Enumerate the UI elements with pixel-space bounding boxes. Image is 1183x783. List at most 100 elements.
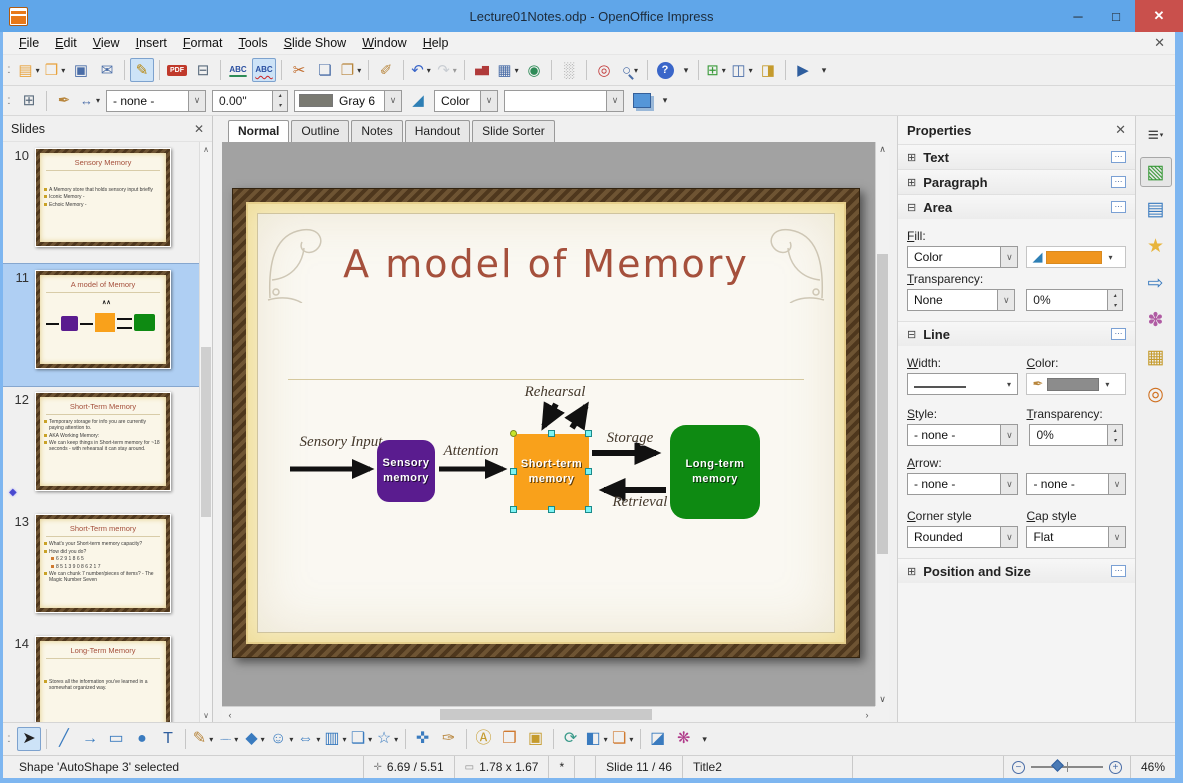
line-width-select[interactable]: ▾: [907, 373, 1019, 395]
fill-type-select[interactable]: Color ∨: [907, 246, 1019, 268]
line-tool[interactable]: ╱: [52, 727, 76, 751]
interaction-button[interactable]: ❋: [672, 727, 696, 751]
tab-animation-effects[interactable]: ✽: [1140, 305, 1172, 335]
undo-button[interactable]: ↶ ▾: [409, 58, 433, 82]
chart-button[interactable]: ▅▇: [470, 58, 494, 82]
dialog-launcher-icon[interactable]: ⋯: [1111, 176, 1126, 188]
scrollbar-thumb[interactable]: [440, 709, 652, 720]
spin-up-button[interactable]: ▴: [1108, 290, 1122, 300]
menu-format[interactable]: Format: [175, 34, 231, 52]
section-position-size[interactable]: ⊞ Position and Size ⋯: [898, 558, 1135, 583]
close-button[interactable]: ✕: [1135, 0, 1183, 32]
zoom-level[interactable]: 46%: [1129, 756, 1175, 778]
spellcheck-button[interactable]: ABC: [226, 58, 250, 82]
dropdown-button[interactable]: ∨: [188, 90, 205, 111]
document-close-button[interactable]: ✕: [1154, 35, 1165, 51]
slide-thumbnail-11-selected[interactable]: 11 A model of Memory ∧∧: [3, 263, 199, 387]
glue-points-button[interactable]: ✑: [437, 727, 461, 751]
expand-icon[interactable]: ⊞: [907, 565, 916, 578]
spin-down-button[interactable]: ▾: [1108, 435, 1122, 445]
email-button[interactable]: ✉: [95, 58, 119, 82]
paste-button[interactable]: ❐ ▾: [339, 58, 363, 82]
spin-up-button[interactable]: ▴: [273, 90, 287, 101]
slide-thumbnail-14[interactable]: 14 Long-Term Memory Stores all the infor…: [3, 630, 199, 722]
selection-handle[interactable]: [585, 468, 592, 475]
help-button[interactable]: ?: [653, 58, 677, 82]
arrow-tool[interactable]: →: [78, 727, 102, 751]
chevron-down-icon[interactable]: ▾: [1105, 380, 1109, 389]
transparency-stepper[interactable]: 0% ▴ ▾: [1026, 289, 1123, 311]
line-style-button[interactable]: ✒: [52, 89, 76, 113]
selection-handle[interactable]: [548, 430, 555, 437]
dialog-launcher-icon[interactable]: ⋯: [1111, 565, 1126, 577]
open-button[interactable]: ❒ ▾: [43, 58, 67, 82]
toolbar-overflow-button[interactable]: ▾: [658, 89, 672, 113]
scroll-right-icon[interactable]: ›: [859, 707, 875, 722]
horizontal-scrollbar[interactable]: ‹ ›: [222, 706, 875, 722]
toolbar-grip[interactable]: ⁚⁚: [7, 735, 13, 744]
spin-down-button[interactable]: ▾: [273, 100, 287, 111]
scrollbar-thumb[interactable]: [201, 347, 211, 517]
section-area[interactable]: ⊟ Area ⋯: [898, 194, 1135, 219]
long-term-memory-box[interactable]: Long-term memory: [670, 425, 760, 519]
slide-thumbnail-13[interactable]: 13 Short-Term memory What's your Short-t…: [3, 508, 199, 630]
dropdown-button[interactable]: ∨: [1108, 527, 1125, 547]
select-tool[interactable]: ➤: [17, 727, 41, 751]
line-width-stepper[interactable]: 0.00" ▴ ▾: [212, 89, 288, 112]
fill-color-picker[interactable]: ◢ ▾: [1026, 246, 1126, 268]
slide-thumbnail-12[interactable]: 12 Short-Term Memory Temporary storage f…: [3, 386, 199, 508]
arrow-end-select[interactable]: - none - ∨: [1026, 473, 1126, 495]
tab-properties[interactable]: ▧: [1139, 157, 1172, 187]
tab-handout[interactable]: Handout: [404, 120, 471, 142]
scroll-down-icon[interactable]: ∨: [200, 708, 212, 722]
corner-style-select[interactable]: Rounded ∨: [907, 526, 1019, 548]
selection-handle[interactable]: [510, 506, 517, 513]
navigator-button[interactable]: ◎: [592, 58, 616, 82]
slides-panel-scrollbar[interactable]: ∧ ∨: [199, 142, 212, 722]
zoom-button[interactable]: ○ ▾: [618, 58, 642, 82]
scroll-up-icon[interactable]: ∧: [200, 142, 212, 156]
align-button[interactable]: ◧ ▾: [585, 727, 609, 751]
expand-icon[interactable]: ⊞: [907, 151, 916, 164]
new-button[interactable]: ▤ ▾: [17, 58, 41, 82]
slide-page[interactable]: A model of Memory Sensory Input Attentio…: [232, 188, 860, 658]
label-storage[interactable]: Storage: [598, 430, 662, 447]
zoom-slider[interactable]: − +: [1002, 756, 1130, 778]
dropdown-button[interactable]: ∨: [1000, 474, 1018, 494]
dialog-launcher-icon[interactable]: ⋯: [1111, 151, 1126, 163]
flowchart-tool[interactable]: ▥ ▾: [323, 727, 347, 751]
symbol-shapes-tool[interactable]: ☺ ▾: [269, 727, 294, 751]
label-attention[interactable]: Attention: [436, 443, 506, 460]
line-style-select[interactable]: - none - ∨: [907, 424, 1019, 446]
line-color-select[interactable]: Gray 6 ∨: [294, 89, 402, 112]
expand-icon[interactable]: ⊞: [907, 176, 916, 189]
display-grid-button[interactable]: ░: [557, 58, 581, 82]
menu-slide-show[interactable]: Slide Show: [276, 34, 355, 52]
zoom-out-button[interactable]: −: [1011, 760, 1025, 774]
menu-file[interactable]: File: [11, 34, 47, 52]
ellipse-tool[interactable]: ●: [130, 727, 154, 751]
menu-tools[interactable]: Tools: [230, 34, 275, 52]
menu-help[interactable]: Help: [415, 34, 457, 52]
fill-type-select[interactable]: Color ∨: [434, 89, 498, 112]
tab-outline[interactable]: Outline: [291, 120, 350, 142]
connector-tool[interactable]: ∙─∙ ▾: [217, 727, 241, 751]
gallery-button[interactable]: ❒: [498, 727, 522, 751]
position-size-button[interactable]: ⊞: [17, 89, 41, 113]
fill-color-select[interactable]: ∨: [504, 89, 624, 112]
arrow-style-button[interactable]: ↔ ▾: [78, 89, 102, 113]
new-slide-button[interactable]: ⊞ ▾: [704, 58, 728, 82]
dropdown-button[interactable]: ∨: [384, 90, 401, 111]
zoom-in-button[interactable]: +: [1108, 760, 1122, 774]
text-tool[interactable]: T: [156, 727, 180, 751]
collapse-icon[interactable]: ⊟: [907, 328, 916, 341]
stars-tool[interactable]: ☆ ▾: [376, 727, 400, 751]
dropdown-button[interactable]: ∨: [1000, 247, 1018, 267]
line-style-select[interactable]: - none - ∨: [106, 89, 206, 112]
dropdown-button[interactable]: ∨: [1000, 527, 1018, 547]
from-file-button[interactable]: ▣: [524, 727, 548, 751]
line-transparency-stepper[interactable]: 0% ▴ ▾: [1029, 424, 1123, 446]
tab-master-pages[interactable]: ▤: [1140, 194, 1172, 224]
edit-points-button[interactable]: ✜: [411, 727, 435, 751]
cap-style-select[interactable]: Flat ∨: [1026, 526, 1126, 548]
